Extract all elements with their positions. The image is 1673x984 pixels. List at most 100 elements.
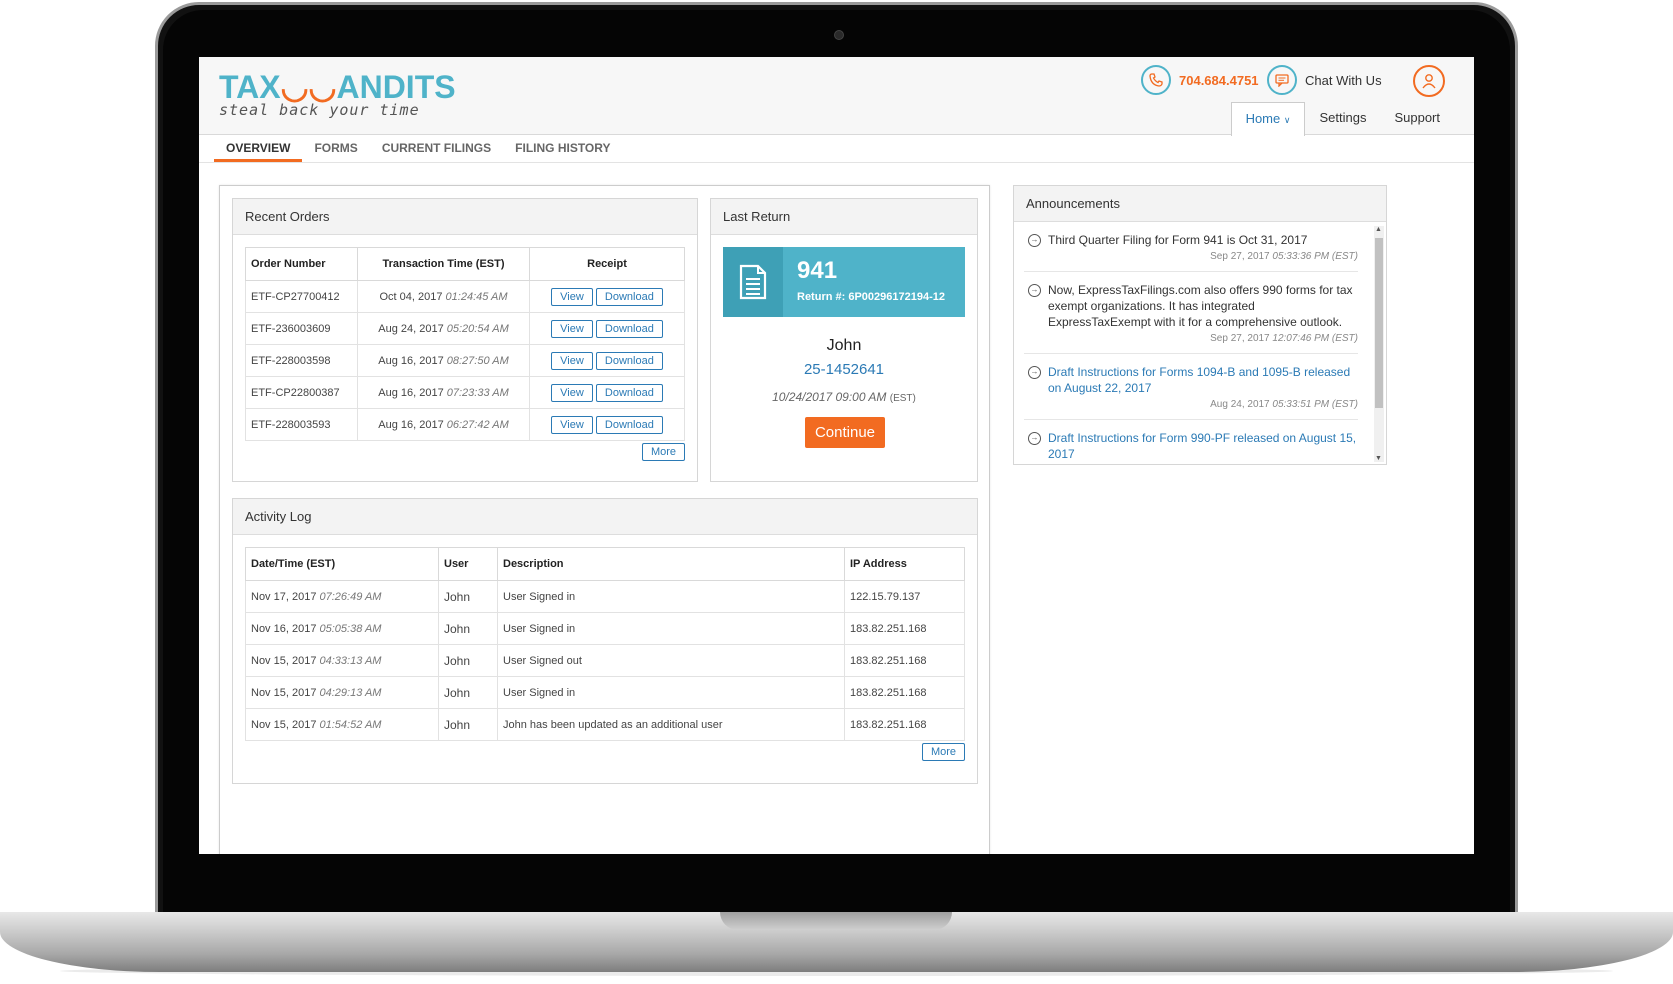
activity-user: John	[438, 612, 498, 645]
transaction-clock: 08:27:50 AM	[446, 354, 509, 367]
tab-forms[interactable]: FORMS	[302, 135, 369, 162]
view-button[interactable]: View	[551, 415, 593, 434]
col-ip-address: IP Address	[844, 547, 965, 581]
announcements-title: Announcements	[1014, 186, 1386, 222]
announcement-text: Now, ExpressTaxFilings.com also offers 9…	[1048, 283, 1353, 329]
tab-filing-history[interactable]: FILING HISTORY	[503, 135, 622, 162]
transaction-date: Aug 16, 2017	[378, 354, 444, 367]
activity-date: Nov 15, 2017	[251, 654, 317, 667]
nav-settings[interactable]: Settings	[1305, 102, 1380, 136]
table-row: Nov 16, 2017 05:05:38 AM John User Signed …	[245, 612, 965, 645]
orders-more-button[interactable]: More	[641, 443, 685, 461]
announcement-date: Aug 24, 2017 05:33:51 PM (EST)	[1048, 397, 1358, 413]
user-account[interactable]	[1413, 65, 1445, 97]
download-button[interactable]: Download	[595, 287, 663, 306]
order-number: ETF-CP27700412	[245, 280, 358, 313]
return-datetime-value: 10/24/2017 09:00 AM	[772, 390, 887, 404]
announcement-item[interactable]: → Draft Instructions for Form 990-PF rele…	[1024, 420, 1358, 464]
nav-support[interactable]: Support	[1380, 102, 1454, 136]
owl-logo-icon: ◡◡	[280, 69, 337, 105]
transaction-clock: 06:27:42 AM	[446, 418, 509, 431]
announcement-day: Sep 27, 2017	[1210, 333, 1270, 344]
scroll-down-icon[interactable]: ▼	[1375, 455, 1382, 462]
transaction-clock: 01:24:45 AM	[445, 290, 508, 303]
phone-number: 704.684.4751	[1179, 72, 1259, 88]
transaction-time: Aug 16, 2017 06:27:42 AM	[357, 408, 530, 441]
transaction-date: Aug 16, 2017	[378, 418, 444, 431]
scroll-up-icon[interactable]: ▲	[1375, 226, 1382, 233]
phone-icon	[1141, 65, 1171, 95]
table-row: Nov 15, 2017 04:33:13 AM John User Signed …	[245, 644, 965, 677]
announcement-date: Aug 18, 2017 07:40:36 PM (EST)	[1048, 463, 1358, 464]
announcement-text: Third Quarter Filing for Form 941 is Oct…	[1048, 233, 1308, 247]
chat-contact[interactable]: Chat With Us	[1267, 65, 1382, 95]
activity-time: 01:54:52 AM	[319, 718, 382, 731]
receipt-actions: View Download	[529, 376, 685, 409]
view-button[interactable]: View	[551, 351, 593, 370]
activity-datetime: Nov 17, 2017 07:26:49 AM	[245, 580, 439, 613]
order-number: ETF-236003609	[245, 312, 358, 345]
activity-description: User Signed out	[497, 644, 845, 677]
return-timezone: (EST)	[889, 393, 916, 404]
app-screen: TAX◡◡ANDITS steal back your time 704.684…	[199, 57, 1474, 854]
arrow-circle-icon: →	[1028, 432, 1041, 445]
return-number: Return #: 6P00296172194-12	[797, 291, 945, 303]
activity-ip: 183.82.251.168	[844, 644, 965, 677]
download-button[interactable]: Download	[595, 351, 663, 370]
activity-ip: 183.82.251.168	[844, 676, 965, 709]
tab-current-filings[interactable]: CURRENT FILINGS	[370, 135, 503, 162]
transaction-date: Aug 16, 2017	[378, 386, 444, 399]
activity-user: John	[438, 708, 498, 741]
col-receipt: Receipt	[529, 247, 685, 281]
col-description: Description	[497, 547, 845, 581]
last-return-panel: Last Return 941 Return #: 6P00296172194-…	[710, 198, 978, 482]
return-card[interactable]: 941 Return #: 6P00296172194-12	[723, 247, 965, 317]
overview-container: Recent Orders Order Number Transaction T…	[219, 185, 990, 854]
download-button[interactable]: Download	[595, 415, 663, 434]
announcement-day: Sep 27, 2017	[1210, 251, 1270, 262]
receipt-actions: View Download	[529, 344, 685, 377]
top-nav: Home ∨ Settings Support	[1230, 102, 1454, 136]
table-row: ETF-228003593 Aug 16, 2017 06:27:42 AM Vie…	[245, 408, 685, 441]
announcements-panel: Announcements → Third Quarter Filing for …	[1013, 185, 1387, 465]
table-row: ETF-CP22800387 Aug 16, 2017 07:23:33 AM Vi…	[245, 376, 685, 409]
activity-user: John	[438, 644, 498, 677]
scroll-thumb[interactable]	[1375, 238, 1383, 408]
view-button[interactable]: View	[551, 383, 593, 402]
view-button[interactable]: View	[551, 319, 593, 338]
order-number: ETF-CP22800387	[245, 376, 358, 409]
announcement-item[interactable]: → Draft Instructions for Forms 1094-B and…	[1024, 354, 1358, 420]
announcements-scrollbar[interactable]: ▲ ▼	[1374, 226, 1384, 462]
activity-user: John	[438, 676, 498, 709]
last-return-title: Last Return	[711, 199, 977, 235]
continue-button[interactable]: Continue	[805, 417, 885, 448]
user-icon	[1413, 65, 1445, 97]
announcement-time: 05:33:51 PM (EST)	[1272, 399, 1358, 410]
arrow-circle-icon: →	[1028, 366, 1041, 379]
activity-ip: 122.15.79.137	[844, 580, 965, 613]
transaction-clock: 07:23:33 AM	[446, 386, 509, 399]
view-button[interactable]: View	[551, 287, 593, 306]
announcement-day: Aug 24, 2017	[1210, 399, 1270, 410]
table-row: ETF-236003609 Aug 24, 2017 05:20:54 AM Vie…	[245, 312, 685, 345]
transaction-time: Oct 04, 2017 01:24:45 AM	[357, 280, 530, 313]
form-number: 941	[797, 257, 838, 284]
tab-overview[interactable]: OVERVIEW	[214, 135, 303, 162]
announcement-item: → Now, ExpressTaxFilings.com also offers …	[1024, 272, 1358, 354]
transaction-time: Aug 16, 2017 08:27:50 AM	[357, 344, 530, 377]
transaction-date: Aug 24, 2017	[378, 322, 444, 335]
download-button[interactable]: Download	[595, 383, 663, 402]
activity-more-button[interactable]: More	[921, 743, 965, 761]
phone-contact[interactable]: 704.684.4751	[1141, 65, 1259, 95]
nav-home[interactable]: Home ∨	[1230, 102, 1306, 136]
announcement-text: Draft Instructions for Form 990-PF relea…	[1048, 431, 1357, 461]
table-row: Nov 15, 2017 04:29:13 AM John User Signed …	[245, 676, 965, 709]
return-datetime: 10/24/2017 09:00 AM (EST)	[711, 390, 977, 404]
table-row: Nov 17, 2017 07:26:49 AM John User Signed …	[245, 580, 965, 613]
logo[interactable]: TAX◡◡ANDITS steal back your time	[219, 71, 456, 119]
table-row: ETF-228003598 Aug 16, 2017 08:27:50 AM Vie…	[245, 344, 685, 377]
download-button[interactable]: Download	[595, 319, 663, 338]
announcements-list[interactable]: → Third Quarter Filing for Form 941 is Oc…	[1014, 222, 1372, 464]
logo-text-left: TAX	[219, 69, 281, 105]
col-transaction-time: Transaction Time (EST)	[357, 247, 530, 281]
